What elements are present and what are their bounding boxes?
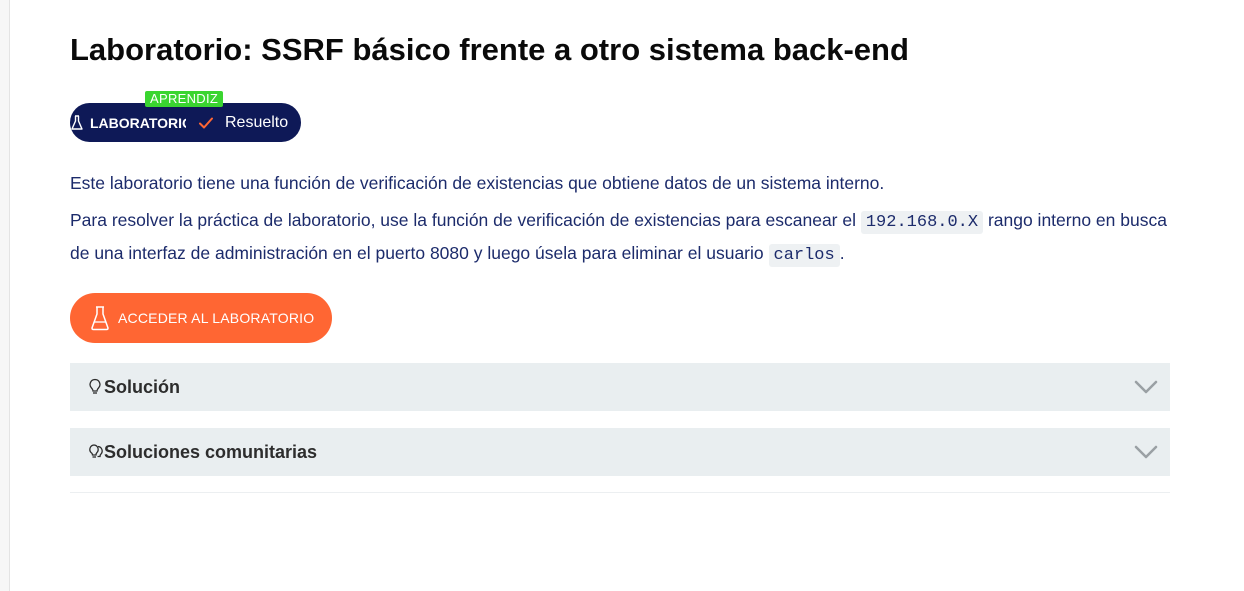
- flask-icon: [70, 114, 84, 132]
- lab-status-pill: LABORATORIO Resuelto: [70, 103, 301, 142]
- lightbulb-icon: [88, 377, 104, 397]
- task-text-1: Para resolver la práctica de laboratorio…: [70, 210, 861, 230]
- page-title: Laboratorio: SSRF básico frente a otro s…: [70, 32, 909, 67]
- lab-description-intro: Este laboratorio tiene una función de ve…: [70, 173, 885, 193]
- chevron-down-icon: [1134, 380, 1158, 394]
- lab-description-task: Para resolver la práctica de laboratorio…: [70, 205, 1170, 271]
- page-left-border: [0, 0, 10, 591]
- community-solutions-accordion[interactable]: Soluciones comunitarias: [70, 428, 1170, 476]
- lab-type-label: LABORATORIO: [90, 114, 186, 131]
- task-text-3: .: [839, 243, 845, 263]
- solution-accordion[interactable]: Solución: [70, 363, 1170, 411]
- level-tag: APRENDIZ: [145, 91, 224, 107]
- chevron-down-icon: [1134, 445, 1158, 459]
- community-solutions-label: Soluciones comunitarias: [104, 441, 318, 462]
- solution-label: Solución: [104, 376, 180, 397]
- lab-badge: APRENDIZ LABORATORIO Resuelto: [70, 90, 310, 145]
- flask-icon: [90, 304, 112, 332]
- check-icon: [198, 115, 216, 131]
- access-lab-button[interactable]: ACCEDER AL LABORATORIO: [70, 293, 332, 343]
- community-lightbulbs-icon: [88, 442, 104, 462]
- access-lab-label: ACCEDER AL LABORATORIO: [118, 310, 315, 326]
- section-divider: [70, 492, 1170, 493]
- solved-status: Resuelto: [225, 113, 289, 131]
- ip-range-code: 192.168.0.X: [860, 211, 984, 234]
- username-code: carlos: [768, 244, 840, 267]
